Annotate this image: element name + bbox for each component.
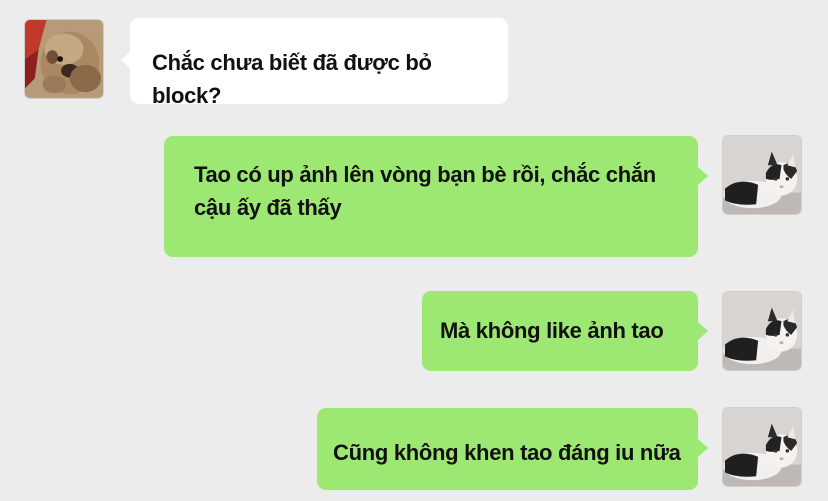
- bubble-tail: [698, 439, 708, 457]
- message-bubble[interactable]: Cũng không khen tao đáng iu nữa: [317, 408, 698, 490]
- bubble-tail: [698, 322, 708, 340]
- cat-avatar-image: [723, 292, 801, 370]
- dog-avatar[interactable]: [24, 19, 104, 99]
- message-text: Chắc chưa biết đã được bỏ block?: [152, 50, 438, 108]
- cat-avatar[interactable]: [722, 407, 802, 487]
- message-bubble[interactable]: Tao có up ảnh lên vòng bạn bè rồi, chắc …: [164, 136, 698, 257]
- chat-screen: { "messages": [ { "direction": "incoming…: [0, 0, 828, 501]
- message-text: Tao có up ảnh lên vòng bạn bè rồi, chắc …: [194, 162, 662, 220]
- cat-avatar-image: [723, 136, 801, 214]
- bubble-tail: [698, 167, 708, 185]
- cat-avatar[interactable]: [722, 291, 802, 371]
- dog-avatar-image: [25, 20, 103, 98]
- message-text: Mà không like ảnh tao: [440, 318, 664, 343]
- message-bubble[interactable]: Chắc chưa biết đã được bỏ block?: [130, 18, 508, 108]
- cat-avatar[interactable]: [722, 135, 802, 215]
- message-text: Cũng không khen tao đáng iu nữa: [333, 440, 681, 465]
- message-bubble[interactable]: Mà không like ảnh tao: [422, 291, 698, 371]
- cat-avatar-image: [723, 408, 801, 486]
